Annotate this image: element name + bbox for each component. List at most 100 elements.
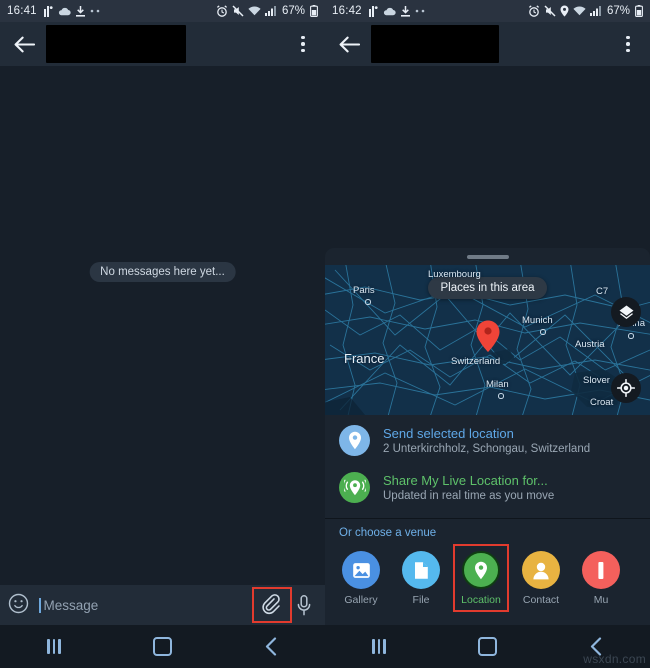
left-phone-panel: 16:41 67% No messages here yet... Messag… [0,0,325,668]
cloud-icon [383,7,396,15]
cellular-icon [589,6,601,16]
contact-title-redacted [46,25,186,63]
message-input-bar: Message [0,585,325,625]
download-icon [400,5,410,17]
map-label-milan: Milan [486,379,509,390]
file-icon [402,551,440,589]
location-pin-icon [339,425,370,456]
recents-button[interactable] [27,632,81,662]
alarm-icon [216,5,227,17]
option-text: Share My Live Location for... Updated in… [383,473,554,502]
map-label-slovenia: Slover [583,375,610,386]
download-icon [75,5,85,17]
chat-message-area: No messages here yet... [0,66,325,585]
status-left-icons [43,5,101,17]
attachment-label: Contact [522,594,560,606]
message-input[interactable]: Message [44,598,254,613]
map-label-munich: Munich [522,315,553,326]
location-options-list: Send selected location 2 Unterkirchholz,… [325,415,650,515]
mute-icon [232,5,244,17]
sheet-drag-handle[interactable] [466,255,509,259]
map-layers-button[interactable] [611,297,641,327]
map-city-dot [540,329,546,335]
places-in-area-pill[interactable]: Places in this area [427,277,548,299]
attachment-file[interactable]: File [395,546,447,610]
map-layers-icon [619,305,633,319]
attachment-music[interactable]: Mu [575,546,627,610]
battery-icon [635,5,643,17]
right-app-bar [325,22,650,66]
back-button[interactable] [335,30,363,58]
option-subtitle: Updated in real time as you move [383,490,555,502]
attachment-location[interactable]: Location [453,544,509,612]
home-button[interactable] [460,632,514,662]
recents-button[interactable] [352,632,406,662]
option-text: Send selected location 2 Unterkirchholz,… [383,426,590,455]
map-label-austria: Austria [575,339,605,350]
back-chevron-icon [265,637,276,656]
paperclip-icon [262,594,280,615]
status-time: 16:41 [7,5,37,17]
mute-icon [544,5,556,17]
home-icon [152,637,172,656]
my-location-icon [617,379,635,397]
my-location-button[interactable] [611,373,641,403]
left-system-nav-bar [0,625,325,668]
attachment-bottom-sheet: Places in this area Luxembourg Paris Mun… [325,248,650,625]
contact-title-redacted [371,25,499,63]
left-status-bar: 16:41 67% [0,0,325,22]
home-button[interactable] [135,632,189,662]
attachment-contact[interactable]: Contact [515,546,567,610]
recents-icon [47,639,61,654]
map-label-c7: C7 [596,286,609,297]
microphone-icon [297,594,311,615]
empty-chat-label: No messages here yet... [89,262,236,282]
attachment-label: File [412,594,430,606]
status-left-icons [368,5,426,17]
wifi-icon [248,6,261,16]
right-phone-panel: 16:42 67% Places in this area Luxembourg… [325,0,650,668]
more-dots-icon [90,9,100,13]
left-app-bar [0,22,325,66]
wifi-icon [573,6,586,16]
back-button[interactable] [10,30,38,58]
cellular-icon [264,6,276,16]
signal-bars-icon [43,5,53,17]
share-live-location-row[interactable]: Share My Live Location for... Updated in… [325,464,650,511]
contact-icon [522,551,560,589]
send-selected-location-row[interactable]: Send selected location 2 Unterkirchholz,… [325,417,650,464]
watermark: wsxdn.com [583,652,646,666]
emoji-smiley-icon [8,593,29,614]
map-label-paris: Paris [353,285,375,296]
cloud-icon [58,7,71,15]
live-location-icon [339,472,370,503]
attachment-label: Gallery [344,594,378,606]
overflow-menu-button[interactable] [291,30,315,58]
location-icon [462,551,500,589]
voice-record-button[interactable] [291,591,317,619]
status-right-icons: 67% [216,5,318,17]
attachment-type-row: Gallery File Location Contact Mu [325,544,650,612]
location-pin-icon [560,5,569,17]
overflow-menu-button[interactable] [616,30,640,58]
attachment-gallery[interactable]: Gallery [335,546,387,610]
map-city-dot [365,299,371,305]
attachment-button[interactable] [252,587,292,623]
screenshot-root: 16:41 67% No messages here yet... Messag… [0,0,650,668]
alarm-icon [528,5,539,17]
battery-percent: 67% [281,5,305,17]
attachment-label: Mu [593,594,609,606]
battery-percent: 67% [606,5,630,17]
map-pin-icon [475,319,501,358]
emoji-button[interactable] [8,593,32,617]
attachment-label: Location [461,594,501,606]
location-map[interactable]: Places in this area Luxembourg Paris Mun… [325,265,650,415]
arrow-back-icon [14,36,35,52]
map-label-luxembourg: Luxembourg [428,269,481,280]
system-back-button[interactable] [244,632,298,662]
home-icon [477,637,497,656]
status-time: 16:42 [332,5,362,17]
option-title: Send selected location [383,426,514,441]
map-label-croatia: Croat [590,397,614,408]
arrow-back-icon [339,36,360,52]
